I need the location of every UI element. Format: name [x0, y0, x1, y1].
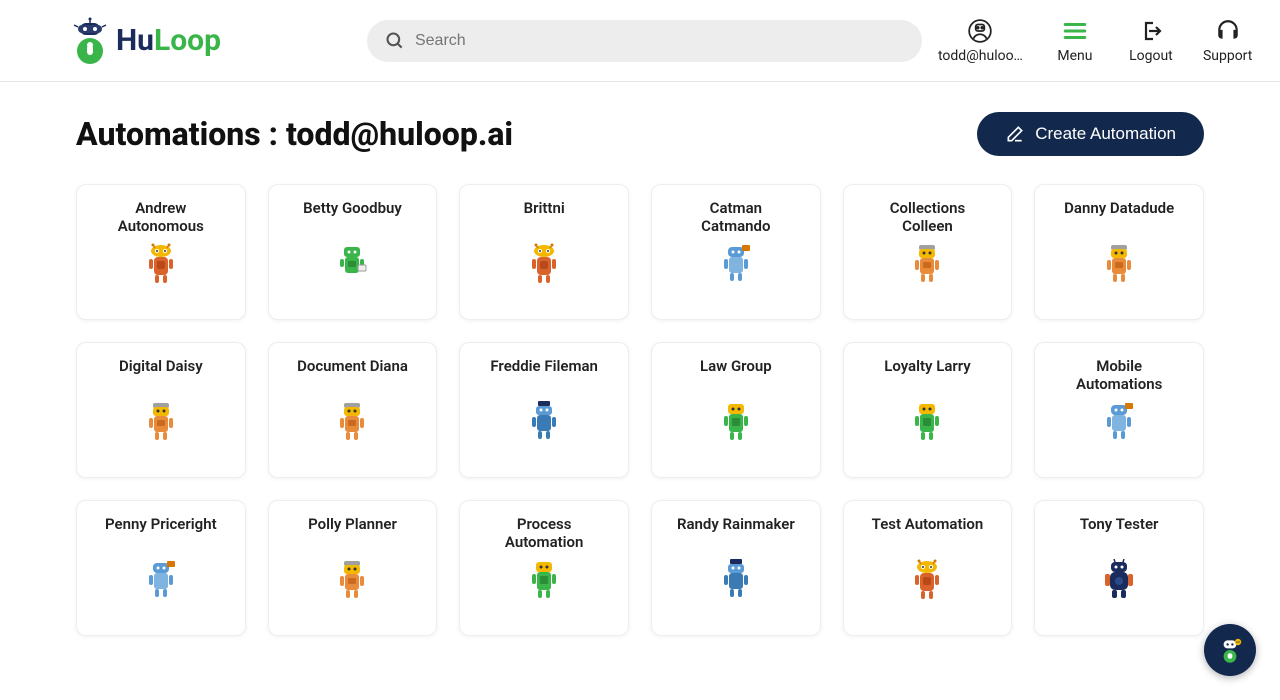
user-icon — [967, 18, 993, 44]
robot-icon — [1101, 559, 1137, 601]
automation-card[interactable]: Tony Tester — [1034, 500, 1204, 636]
user-menu[interactable]: todd@huloo… — [938, 18, 1023, 64]
search-input[interactable] — [415, 32, 904, 50]
automation-card[interactable]: Betty Goodbuy — [268, 184, 438, 320]
robot-icon — [334, 243, 370, 285]
automation-card-title: Randy Rainmaker — [677, 515, 795, 551]
automation-card-title: Betty Goodbuy — [303, 199, 402, 235]
brand-text: HuLoop — [116, 23, 221, 58]
brand-text-hu: Hu — [116, 23, 154, 58]
automation-card-title: Mobile Automations — [1076, 357, 1162, 393]
automation-card-title: Brittni — [524, 199, 565, 235]
header-actions: todd@huloo… Menu Logout — [938, 18, 1252, 64]
automation-card-title: Andrew Autonomous — [118, 199, 204, 235]
automation-card[interactable]: Randy Rainmaker — [651, 500, 821, 636]
robot-icon — [526, 401, 562, 443]
robot-icon — [526, 559, 562, 601]
automation-card[interactable]: Loyalty Larry — [843, 342, 1013, 478]
automation-card-title: Loyalty Larry — [884, 357, 971, 393]
robot-icon — [526, 243, 562, 285]
search-box[interactable] — [367, 20, 922, 62]
brand-logo[interactable]: HuLoop — [70, 17, 221, 65]
hamburger-icon — [1062, 20, 1088, 42]
robot-icon — [909, 401, 945, 443]
automation-card[interactable]: Process Automation — [459, 500, 629, 636]
robot-icon — [909, 559, 945, 601]
chat-robot-icon — [1214, 634, 1246, 666]
automation-grid: Andrew Autonomous Betty Goodbuy Brittni Cat… — [76, 184, 1204, 636]
create-automation-label: Create Automation — [1035, 124, 1176, 144]
automation-card[interactable]: Digital Daisy — [76, 342, 246, 478]
brand-text-loop: Loop — [154, 23, 221, 58]
robot-icon — [1101, 243, 1137, 285]
robot-icon — [143, 243, 179, 285]
support-button[interactable]: Support — [1203, 18, 1252, 64]
robot-icon — [334, 559, 370, 601]
automation-card-title: Tony Tester — [1080, 515, 1159, 551]
logout-button[interactable]: Logout — [1127, 18, 1175, 64]
app-header: HuLoop todd@huloo… — [0, 0, 1280, 82]
automation-card-title: Process Automation — [505, 515, 584, 551]
menu-button[interactable]: Menu — [1051, 18, 1099, 64]
robot-icon — [718, 559, 754, 601]
automation-card-title: Penny Priceright — [105, 515, 217, 551]
automation-card[interactable]: Catman Catmando — [651, 184, 821, 320]
automation-card-title: Collections Colleen — [890, 199, 966, 235]
automation-card-title: Law Group — [700, 357, 772, 393]
robot-icon — [1101, 401, 1137, 443]
automation-card[interactable]: Freddie Fileman — [459, 342, 629, 478]
automation-card-title: Danny Datadude — [1064, 199, 1174, 235]
logout-icon — [1139, 19, 1163, 43]
automation-card-title: Document Diana — [297, 357, 408, 393]
automation-card-title: Freddie Fileman — [490, 357, 598, 393]
robot-icon — [718, 243, 754, 285]
logout-label: Logout — [1129, 48, 1173, 64]
automation-card[interactable]: Brittni — [459, 184, 629, 320]
create-automation-button[interactable]: Create Automation — [977, 112, 1204, 156]
edit-icon — [1005, 124, 1025, 144]
headset-icon — [1215, 18, 1241, 44]
automation-card-title: Polly Planner — [308, 515, 397, 551]
brand-icon — [70, 17, 110, 65]
menu-label: Menu — [1057, 48, 1092, 64]
user-label: todd@huloo… — [938, 48, 1023, 64]
automation-card-title: Catman Catmando — [701, 199, 770, 235]
automation-card[interactable]: Penny Priceright — [76, 500, 246, 636]
chat-fab[interactable] — [1204, 624, 1256, 676]
search-icon — [385, 31, 405, 51]
automation-card[interactable]: Test Automation — [843, 500, 1013, 636]
robot-icon — [718, 401, 754, 443]
automation-card[interactable]: Andrew Autonomous — [76, 184, 246, 320]
automation-card[interactable]: Polly Planner — [268, 500, 438, 636]
automation-card[interactable]: Law Group — [651, 342, 821, 478]
automation-card[interactable]: Document Diana — [268, 342, 438, 478]
robot-icon — [143, 559, 179, 601]
automation-card-title: Test Automation — [872, 515, 984, 551]
page-header-row: Automations : todd@huloop.ai Create Auto… — [76, 112, 1204, 156]
automation-card[interactable]: Danny Datadude — [1034, 184, 1204, 320]
automation-card-title: Digital Daisy — [119, 357, 203, 393]
robot-icon — [909, 243, 945, 285]
page-body: Automations : todd@huloop.ai Create Auto… — [0, 82, 1280, 656]
search-container — [367, 20, 922, 62]
page-title: Automations : todd@huloop.ai — [76, 115, 513, 153]
robot-icon — [143, 401, 179, 443]
automation-card[interactable]: Mobile Automations — [1034, 342, 1204, 478]
support-label: Support — [1203, 48, 1252, 64]
robot-icon — [334, 401, 370, 443]
automation-card[interactable]: Collections Colleen — [843, 184, 1013, 320]
